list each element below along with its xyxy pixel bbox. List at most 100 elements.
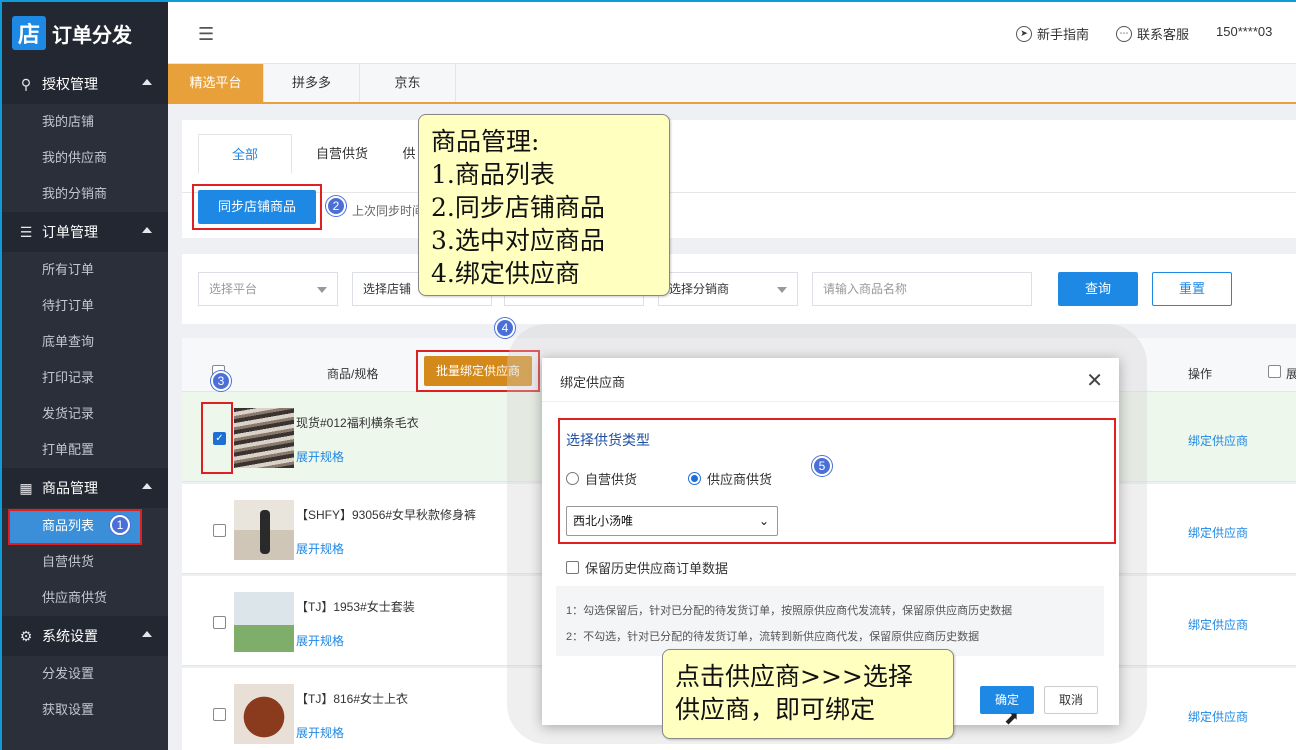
grid-icon: ▦ (19, 479, 33, 496)
query-button[interactable]: 查询 (1058, 272, 1138, 306)
sidebar-item-dispatch-settings[interactable]: 分发设置 (2, 656, 168, 692)
chevron-up-icon (142, 79, 152, 85)
col-extra: 展 (1286, 367, 1296, 381)
bind-supplier-link[interactable]: 绑定供应商 (1188, 616, 1248, 633)
sidebar: 店 订单分发 ⚲ 授权管理 我的店铺 我的供应商 我的分销商 ☰ 订单管理 所有… (2, 2, 168, 750)
sidebar-item-my-shops[interactable]: 我的店铺 (2, 104, 168, 140)
product-name-input[interactable]: 请输入商品名称 (812, 272, 1032, 306)
subtab-self[interactable]: 自营供货 (302, 134, 382, 174)
sidebar-item-product-list[interactable]: 商品列表 1 (2, 508, 168, 545)
sidebar-group-settings[interactable]: ⚙ 系统设置 (2, 616, 168, 656)
col-op: 操作 (1188, 367, 1213, 381)
row-checkbox[interactable] (213, 708, 226, 721)
sidebar-group-auth[interactable]: ⚲ 授权管理 (2, 64, 168, 104)
radio-label: 自营供货 (585, 472, 638, 487)
callout-line: 点击供应商>>>选择 (675, 662, 913, 691)
keep-history-checkbox[interactable]: 保留历史供应商订单数据 (566, 558, 728, 577)
product-name: 【TJ】1953#女士套装 (296, 600, 415, 614)
sidebar-group-label: 商品管理 (42, 480, 98, 496)
sync-shop-products-button[interactable]: 同步店铺商品 (198, 190, 316, 224)
bind-callout: 点击供应商>>>选择 供应商，即可绑定 (662, 649, 954, 739)
sidebar-item-my-suppliers[interactable]: 我的供应商 (2, 140, 168, 176)
sidebar-group-label: 订单管理 (42, 224, 98, 240)
subtab-all[interactable]: 全部 (198, 134, 292, 174)
product-name: 现货#012福利横条毛衣 (296, 416, 419, 430)
callout-line: 商品管理: (431, 127, 540, 156)
sidebar-item-self-supply[interactable]: 自营供货 (2, 544, 168, 580)
chevron-up-icon (142, 483, 152, 489)
chevron-down-icon: ⌄ (758, 514, 769, 528)
row-checkbox[interactable] (213, 524, 226, 537)
product-name-placeholder: 请输入商品名称 (823, 282, 908, 296)
note-line-1: 1：勾选保留后，针对已分配的待发货订单，按照原供应商代发流转，保留原供应商历史数… (566, 605, 1013, 617)
chevron-up-icon (142, 631, 152, 637)
logo-icon: 店 (12, 16, 46, 50)
radio-supplier-supply[interactable]: 供应商供货 (688, 469, 772, 488)
distributor-select[interactable]: 选择分销商 (658, 272, 798, 306)
extra-checkbox[interactable] (1268, 365, 1281, 378)
sidebar-item-ship-records[interactable]: 发货记录 (2, 396, 168, 432)
checkbox-off-icon (566, 561, 579, 574)
user-phone[interactable]: 150****03 (1216, 24, 1272, 39)
product-thumbnail (234, 408, 294, 468)
callout-line: 3.选中对应商品 (431, 226, 605, 255)
product-name: 【TJ】816#女士上衣 (296, 692, 409, 706)
radio-on-icon (688, 472, 701, 485)
platform-select[interactable]: 选择平台 (198, 272, 338, 306)
service-link[interactable]: ⋯ 联系客服 (1116, 24, 1189, 43)
reset-button[interactable]: 重置 (1152, 272, 1232, 306)
sidebar-item-print-config[interactable]: 打单配置 (2, 432, 168, 468)
callout-line: 2.同步店铺商品 (431, 193, 605, 222)
app-logo[interactable]: 店 订单分发 (2, 2, 168, 64)
expand-spec-link[interactable]: 展开规格 (296, 632, 344, 649)
product-name: 【SHFY】93056#女早秋款修身裤 (296, 508, 477, 522)
dialog-title: 绑定供应商 (560, 375, 626, 390)
sidebar-group-orders[interactable]: ☰ 订单管理 (2, 212, 168, 252)
expand-spec-link[interactable]: 展开规格 (296, 540, 344, 557)
guide-link[interactable]: ➤ 新手指南 (1016, 24, 1089, 43)
sidebar-group-label: 系统设置 (42, 628, 98, 644)
menu-toggle-icon[interactable]: ☰ (198, 24, 214, 45)
expand-spec-link[interactable]: 展开规格 (296, 448, 344, 465)
keep-history-label: 保留历史供应商订单数据 (585, 561, 729, 576)
tab-jd[interactable]: 京东 (360, 64, 456, 102)
bind-supplier-link[interactable]: 绑定供应商 (1188, 432, 1248, 449)
row-checkbox[interactable] (213, 616, 226, 629)
service-label: 联系客服 (1137, 27, 1190, 42)
callout-line: 4.绑定供应商 (431, 259, 580, 288)
cancel-button[interactable]: 取消 (1044, 686, 1098, 714)
sidebar-item-my-distributors[interactable]: 我的分销商 (2, 176, 168, 212)
sidebar-item-fetch-settings[interactable]: 获取设置 (2, 692, 168, 728)
app-title: 订单分发 (52, 24, 132, 47)
product-thumbnail (234, 592, 294, 652)
close-icon[interactable]: ✕ (1086, 368, 1103, 393)
distributor-select-placeholder: 选择分销商 (669, 282, 730, 296)
supplier-select[interactable]: 西北小汤唯 ⌄ (566, 506, 778, 536)
callout-line: 1.商品列表 (431, 160, 555, 189)
tab-pinduoduo[interactable]: 拼多多 (264, 64, 360, 102)
chevron-down-icon (777, 287, 787, 293)
sidebar-item-receipt-query[interactable]: 底单查询 (2, 324, 168, 360)
mouse-cursor-icon: ⬈ (1004, 708, 1020, 728)
highlight-box (201, 402, 233, 474)
instruction-callout: 商品管理: 1.商品列表 2.同步店铺商品 3.选中对应商品 4.绑定供应商 (418, 114, 670, 296)
chevron-up-icon (142, 227, 152, 233)
step-badge-4: 4 (495, 318, 515, 338)
expand-spec-link[interactable]: 展开规格 (296, 724, 344, 741)
step-badge-2: 2 (326, 196, 346, 216)
chat-icon: ⋯ (1116, 25, 1132, 42)
radio-label: 供应商供货 (707, 472, 773, 487)
bind-supplier-link[interactable]: 绑定供应商 (1188, 524, 1248, 541)
sidebar-item-supplier-supply[interactable]: 供应商供货 (2, 580, 168, 616)
settings-icon: ⚙ (19, 627, 33, 644)
step-badge-1: 1 (110, 515, 130, 535)
sidebar-item-all-orders[interactable]: 所有订单 (2, 252, 168, 288)
sidebar-item-print-records[interactable]: 打印记录 (2, 360, 168, 396)
sidebar-item-label: 商品列表 (42, 518, 95, 533)
bind-supplier-link[interactable]: 绑定供应商 (1188, 708, 1248, 725)
sidebar-group-products[interactable]: ▦ 商品管理 (2, 468, 168, 508)
sidebar-item-pending-print[interactable]: 待打订单 (2, 288, 168, 324)
tab-featured[interactable]: 精选平台 (168, 64, 264, 102)
step-badge-3: 3 (211, 371, 231, 391)
radio-self-supply[interactable]: 自营供货 (566, 469, 637, 488)
